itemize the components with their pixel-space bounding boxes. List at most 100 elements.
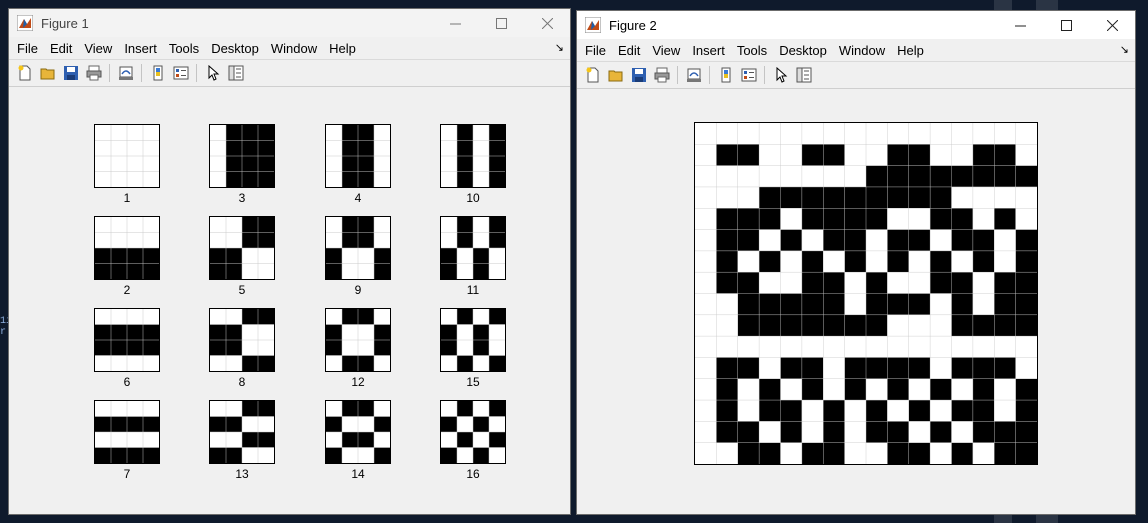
grid-cell	[823, 165, 845, 187]
menu-tools[interactable]: Tools	[163, 41, 205, 56]
grid-cell	[908, 400, 931, 422]
open-file-icon[interactable]	[38, 63, 58, 83]
grid-cell	[737, 250, 760, 273]
grid-cell	[887, 123, 909, 145]
menu-desktop[interactable]: Desktop	[205, 41, 265, 56]
insert-legend-icon[interactable]	[739, 65, 759, 85]
insert-colorbar-icon[interactable]	[148, 63, 168, 83]
menu-file[interactable]: File	[579, 43, 612, 58]
grid-cell	[1015, 314, 1037, 337]
grid-cell	[887, 165, 909, 187]
figure-2-canvas	[577, 89, 1135, 514]
pattern-label: 11	[466, 283, 480, 297]
minimize-icon[interactable]	[432, 9, 478, 37]
print-icon[interactable]	[84, 63, 104, 83]
pattern-cell	[489, 125, 505, 141]
pattern-image	[209, 124, 275, 188]
new-figure-icon[interactable]	[583, 65, 603, 85]
pattern-cell	[210, 432, 226, 448]
menu-desktop[interactable]: Desktop	[773, 43, 833, 58]
grid-cell	[759, 123, 781, 145]
menu-edit[interactable]: Edit	[44, 41, 78, 56]
pattern-cell	[127, 416, 143, 432]
maximize-icon[interactable]	[478, 9, 524, 37]
edit-plot-icon[interactable]	[771, 65, 791, 85]
grid-cell	[695, 144, 717, 166]
link-plot-icon[interactable]	[116, 63, 136, 83]
grid-cell	[801, 123, 824, 145]
pattern-cell	[374, 416, 390, 432]
grid-cell	[801, 314, 824, 337]
dock-arrow-icon[interactable]: ↘	[555, 41, 564, 54]
grid-cell	[972, 357, 995, 379]
maximize-icon[interactable]	[1043, 11, 1089, 39]
menu-view[interactable]: View	[78, 41, 118, 56]
edit-plot-icon[interactable]	[203, 63, 223, 83]
menu-help[interactable]: Help	[891, 43, 930, 58]
figure-toolbar	[9, 59, 570, 87]
save-icon[interactable]	[629, 65, 649, 85]
grid-cell	[759, 421, 781, 443]
pattern-cell	[342, 263, 358, 279]
pattern-cell	[358, 401, 374, 417]
pattern-cell	[226, 447, 242, 463]
dock-arrow-icon[interactable]: ↘	[1120, 43, 1129, 56]
menu-edit[interactable]: Edit	[612, 43, 646, 58]
grid-cell	[972, 400, 995, 422]
grid-cell	[759, 250, 781, 273]
menu-window[interactable]: Window	[833, 43, 891, 58]
pattern-cell	[258, 355, 274, 371]
property-inspector-icon[interactable]	[794, 65, 814, 85]
pattern-cell	[226, 125, 242, 141]
menu-help[interactable]: Help	[323, 41, 362, 56]
menu-file[interactable]: File	[11, 41, 44, 56]
menu-insert[interactable]: Insert	[118, 41, 163, 56]
pattern-cell	[143, 401, 159, 417]
pattern-cell	[111, 309, 127, 325]
pattern-cell	[143, 432, 159, 448]
pattern-image	[440, 400, 506, 464]
menu-view[interactable]: View	[646, 43, 686, 58]
pattern-cell	[111, 447, 127, 463]
grid-cell	[780, 314, 802, 337]
close-icon[interactable]	[1089, 11, 1135, 39]
print-icon[interactable]	[652, 65, 672, 85]
pattern-cell	[210, 401, 226, 417]
grid-cell	[1015, 400, 1037, 422]
property-inspector-icon[interactable]	[226, 63, 246, 83]
menu-insert[interactable]: Insert	[686, 43, 731, 58]
close-icon[interactable]	[524, 9, 570, 37]
new-figure-icon[interactable]	[15, 63, 35, 83]
grid-cell	[1015, 272, 1037, 294]
title-bar[interactable]: Figure 2	[577, 11, 1135, 39]
toolbar-separator	[141, 64, 142, 82]
title-bar[interactable]: Figure 1	[9, 9, 570, 37]
grid-cell	[780, 208, 802, 230]
grid-cell	[823, 421, 845, 443]
grid-cell	[972, 165, 995, 187]
pattern-image	[209, 400, 275, 464]
insert-colorbar-icon[interactable]	[716, 65, 736, 85]
grid-cell	[780, 165, 802, 187]
grid-cell	[887, 336, 909, 358]
grid-cell	[737, 208, 760, 230]
insert-legend-icon[interactable]	[171, 63, 191, 83]
open-file-icon[interactable]	[606, 65, 626, 85]
grid-cell	[866, 165, 888, 187]
pattern-cell	[210, 140, 226, 156]
pattern-cell	[226, 232, 242, 248]
pattern-cell	[374, 171, 390, 187]
grid-cell	[887, 293, 909, 315]
pattern-cell	[127, 156, 143, 172]
grid-cell	[695, 272, 717, 294]
save-icon[interactable]	[61, 63, 81, 83]
pattern-cell	[374, 156, 390, 172]
grid-cell	[930, 421, 952, 443]
link-plot-icon[interactable]	[684, 65, 704, 85]
minimize-icon[interactable]	[997, 11, 1043, 39]
pattern-cell	[374, 125, 390, 141]
menu-tools[interactable]: Tools	[731, 43, 773, 58]
pattern-cell	[95, 263, 111, 279]
menu-window[interactable]: Window	[265, 41, 323, 56]
pattern-cell	[127, 125, 143, 141]
